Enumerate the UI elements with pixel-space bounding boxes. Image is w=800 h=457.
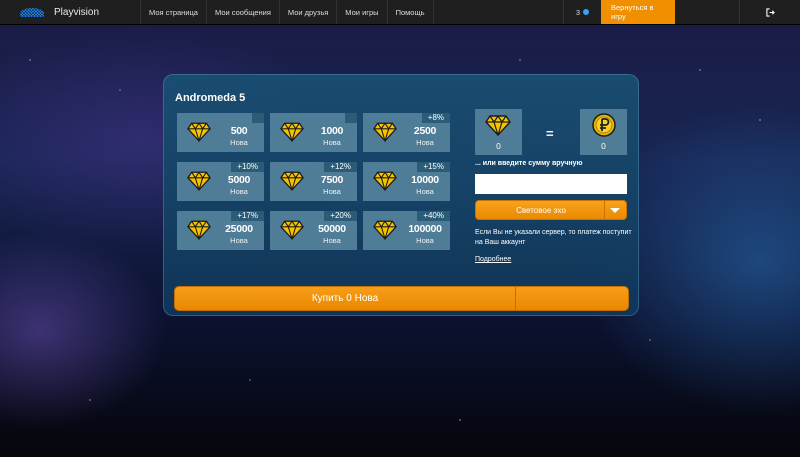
nav-my-page[interactable]: Моя страница bbox=[140, 0, 206, 24]
package-amount: 50000 bbox=[318, 223, 346, 235]
package-unit: Нова bbox=[230, 236, 248, 245]
buy-button[interactable]: Купить 0 Нова bbox=[174, 286, 629, 311]
bonus-badge: +15% bbox=[417, 162, 450, 172]
gem-icon bbox=[485, 115, 511, 136]
bonus-badge: +8% bbox=[421, 113, 450, 123]
bonus-badge: +12% bbox=[324, 162, 357, 172]
server-select-value: Световое эхо bbox=[516, 206, 566, 215]
gem-icon bbox=[280, 122, 304, 143]
buy-button-label: Купить 0 Нова bbox=[311, 293, 379, 304]
package-amount: 10000 bbox=[411, 174, 439, 186]
gem-icon bbox=[280, 220, 304, 241]
gem-icon bbox=[187, 220, 211, 241]
brand-name: Playvision bbox=[54, 6, 100, 18]
gem-icon bbox=[373, 122, 397, 143]
package-unit: Нова bbox=[230, 187, 248, 196]
top-navigation-bar: Playvision Моя страница Мои сообщения Мо… bbox=[0, 0, 800, 25]
package-amount: 1000 bbox=[320, 125, 344, 137]
package-amount: 25000 bbox=[225, 223, 253, 235]
back-to-game-button[interactable]: Вернуться в игру bbox=[601, 0, 675, 24]
logout-icon bbox=[765, 7, 775, 17]
gem-icon bbox=[280, 171, 304, 192]
chevron-down-icon bbox=[610, 208, 620, 213]
bonus-badge bbox=[252, 113, 264, 123]
panel-title: Andromeda 5 bbox=[175, 92, 246, 104]
buy-button-divider bbox=[515, 287, 516, 310]
playvision-logo-icon bbox=[20, 7, 44, 17]
gems-value: 0 bbox=[496, 141, 501, 151]
server-select[interactable]: Световое эхо bbox=[475, 200, 627, 220]
nav-my-games[interactable]: Мои игры bbox=[336, 0, 386, 24]
notification-counter[interactable]: 3 bbox=[562, 0, 601, 24]
bonus-badge bbox=[345, 113, 357, 123]
package-unit: Нова bbox=[323, 236, 341, 245]
gem-icon bbox=[373, 220, 397, 241]
logout-button[interactable] bbox=[739, 0, 800, 24]
package-amount: 5000 bbox=[227, 174, 251, 186]
ruble-coin-icon bbox=[592, 113, 616, 137]
manual-amount-label: ... или введите сумму вручную bbox=[475, 160, 583, 167]
package-tile[interactable]: +20% 50000 Нова bbox=[270, 211, 357, 250]
bonus-badge: +20% bbox=[324, 211, 357, 221]
package-amount: 100000 bbox=[408, 223, 442, 235]
package-tile[interactable]: +12% 7500 Нова bbox=[270, 162, 357, 201]
bonus-badge: +40% bbox=[417, 211, 450, 221]
package-unit: Нова bbox=[230, 138, 248, 147]
nav-help[interactable]: Помощь bbox=[386, 0, 433, 24]
package-unit: Нова bbox=[416, 138, 434, 147]
package-tile[interactable]: +17% 25000 Нова bbox=[177, 211, 264, 250]
package-amount: 2500 bbox=[413, 125, 437, 137]
manual-amount-input[interactable] bbox=[475, 174, 627, 194]
gem-icon bbox=[187, 122, 211, 143]
notification-count: 3 bbox=[575, 7, 580, 17]
notification-dot-icon bbox=[583, 9, 589, 15]
gem-icon bbox=[187, 171, 211, 192]
more-info-link[interactable]: Подробнее bbox=[475, 256, 511, 263]
nav-my-friends[interactable]: Мои друзья bbox=[278, 0, 336, 24]
rub-amount-box: 0 bbox=[580, 109, 627, 155]
package-tile[interactable]: 1000 Нова bbox=[270, 113, 357, 152]
brand-logo[interactable]: Playvision bbox=[0, 0, 140, 24]
nav-my-messages[interactable]: Мои сообщения bbox=[205, 0, 279, 24]
package-tile[interactable]: +8% 2500 Нова bbox=[363, 113, 450, 152]
rub-value: 0 bbox=[601, 141, 606, 151]
package-tile[interactable]: +10% 5000 Нова bbox=[177, 162, 264, 201]
equals-sign: = bbox=[546, 126, 554, 141]
gem-icon bbox=[373, 171, 397, 192]
package-unit: Нова bbox=[416, 236, 434, 245]
package-unit: Нова bbox=[323, 187, 341, 196]
gems-amount-box: 0 bbox=[475, 109, 522, 155]
package-unit: Нова bbox=[416, 187, 434, 196]
package-unit: Нова bbox=[323, 138, 341, 147]
nav-spacer bbox=[432, 0, 563, 24]
package-tile[interactable]: +40% 100000 Нова bbox=[363, 211, 450, 250]
server-select-toggle[interactable] bbox=[604, 201, 626, 219]
package-tile[interactable]: +15% 10000 Нова bbox=[363, 162, 450, 201]
bonus-badge: +10% bbox=[231, 162, 264, 172]
bonus-badge: +17% bbox=[231, 211, 264, 221]
package-amount: 7500 bbox=[320, 174, 344, 186]
package-amount: 500 bbox=[230, 125, 248, 137]
package-tile[interactable]: 500 Нова bbox=[177, 113, 264, 152]
server-note: Если Вы не указали сервер, то платеж пос… bbox=[475, 229, 632, 246]
